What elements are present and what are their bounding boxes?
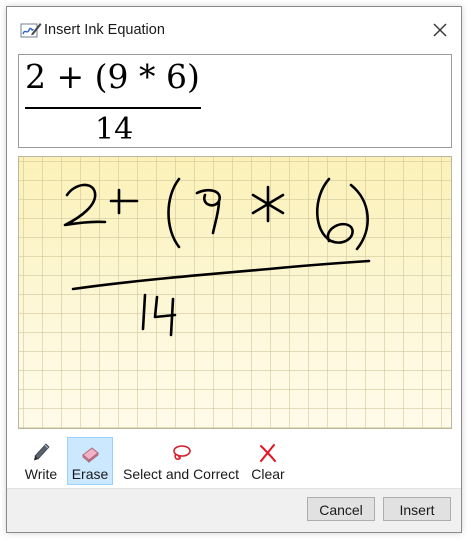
ink-fraction-line bbox=[71, 259, 371, 291]
write-label: Write bbox=[24, 466, 58, 482]
insert-button[interactable]: Insert bbox=[383, 497, 451, 521]
ink-toolbar: Write Erase Select and Correct Clear bbox=[17, 437, 457, 485]
ink-open-paren bbox=[167, 177, 181, 249]
lasso-icon bbox=[173, 445, 191, 460]
cancel-button[interactable]: Cancel bbox=[307, 497, 375, 521]
pen-icon bbox=[34, 443, 50, 461]
ink-asterisk bbox=[251, 185, 285, 223]
fraction-bar bbox=[25, 107, 201, 109]
preview-numerator: 2 + (9 * 6) bbox=[25, 57, 200, 96]
ink-plus bbox=[109, 188, 139, 215]
close-icon[interactable] bbox=[429, 19, 451, 41]
write-button[interactable]: Write bbox=[19, 437, 63, 485]
eraser-icon bbox=[82, 447, 99, 463]
clear-button[interactable]: Clear bbox=[247, 437, 289, 485]
ink-writing-pad[interactable] bbox=[18, 156, 452, 429]
dialog-footer: Cancel Insert bbox=[7, 488, 461, 532]
equation-preview: 2 + (9 * 6) 14 bbox=[18, 54, 452, 148]
ink-digit-6 bbox=[316, 177, 354, 244]
insert-ink-equation-dialog: Insert Ink Equation 2 + (9 * 6) 14 Write… bbox=[6, 6, 462, 533]
ink-digit-2 bbox=[63, 183, 107, 227]
clear-label: Clear bbox=[251, 466, 285, 482]
select-and-correct-button[interactable]: Select and Correct bbox=[117, 437, 245, 485]
dialog-title: Insert Ink Equation bbox=[44, 22, 165, 38]
title-bar: Insert Ink Equation bbox=[7, 7, 461, 51]
preview-denominator: 14 bbox=[95, 112, 134, 147]
ink-digit-9 bbox=[195, 188, 221, 235]
select-and-correct-label: Select and Correct bbox=[123, 466, 239, 482]
clear-x-icon bbox=[260, 444, 276, 462]
ink-digit-1 bbox=[141, 293, 147, 331]
ink-equation-icon bbox=[20, 23, 42, 38]
ink-digit-4 bbox=[153, 295, 177, 337]
erase-label: Erase bbox=[71, 466, 109, 482]
erase-button[interactable]: Erase bbox=[67, 437, 113, 485]
ink-close-paren bbox=[349, 183, 369, 251]
handwritten-ink bbox=[63, 177, 371, 337]
